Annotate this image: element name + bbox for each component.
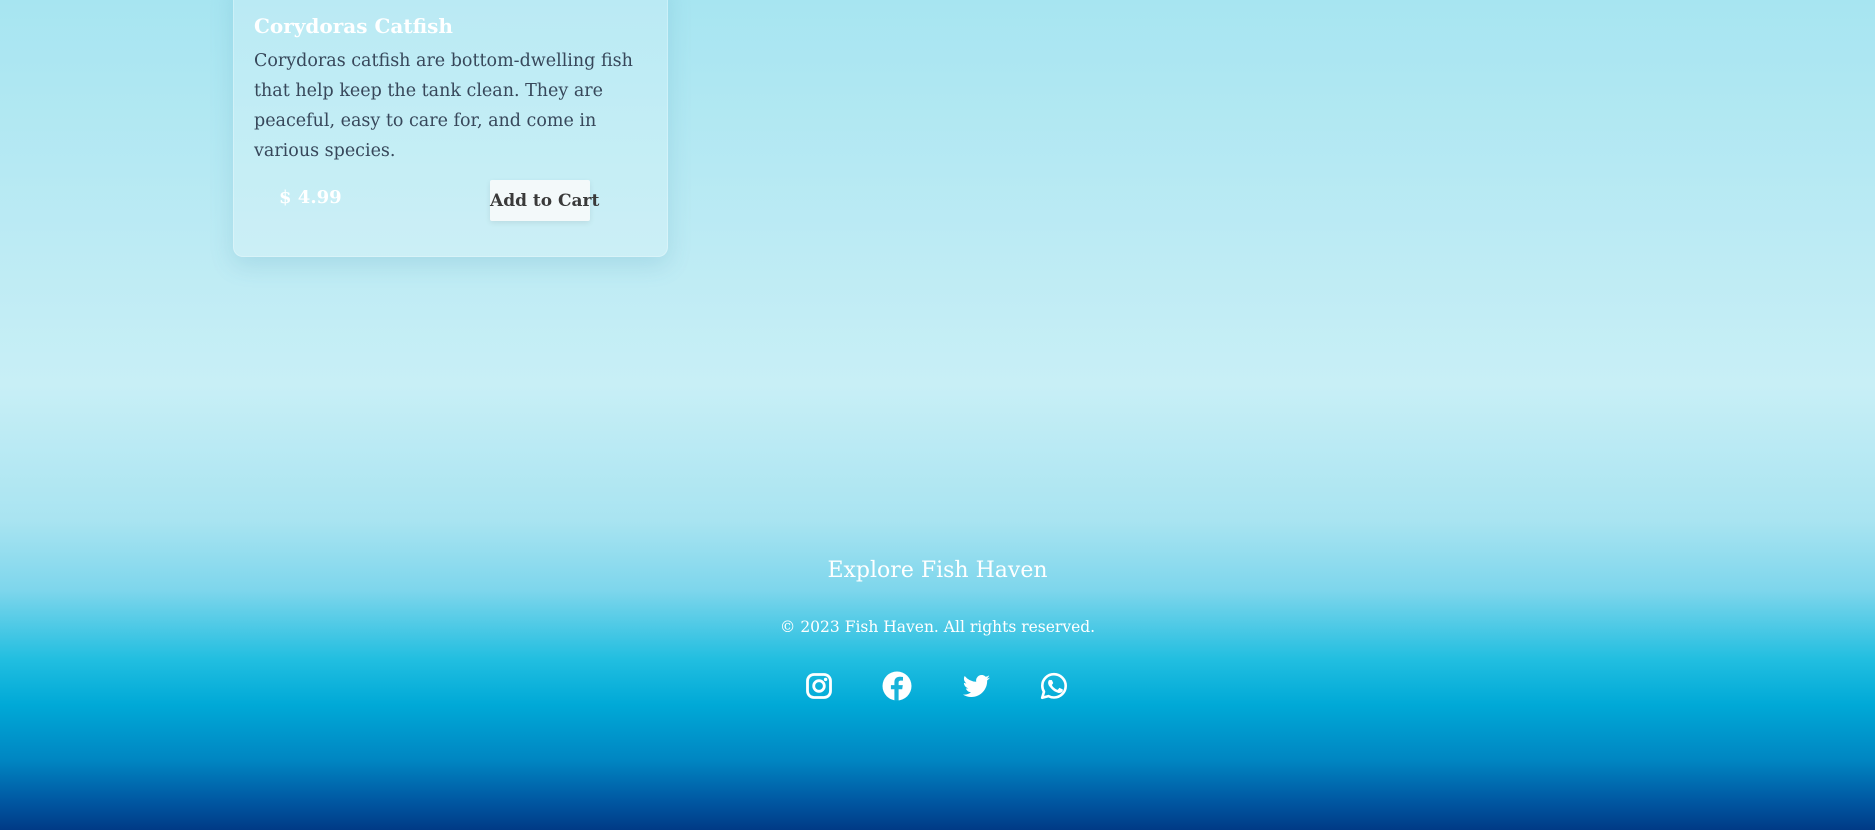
facebook-icon <box>881 670 913 702</box>
twitter-link[interactable] <box>960 670 992 702</box>
footer-title-link[interactable]: Explore Fish Haven <box>0 558 1875 583</box>
copyright-text: © 2023 Fish Haven. All rights reserved. <box>779 618 1096 636</box>
instagram-link[interactable] <box>803 670 835 702</box>
product-card: Corydoras Catfish Corydoras catfish are … <box>233 0 668 257</box>
product-description: Corydoras catfish are bottom-dwelling fi… <box>254 51 633 161</box>
product-name: Corydoras Catfish <box>254 14 453 38</box>
social-links <box>0 670 1875 706</box>
product-price: $ 4.99 <box>279 187 342 208</box>
twitter-icon <box>960 670 992 702</box>
add-to-cart-button[interactable]: Add to Cart <box>490 180 599 221</box>
instagram-icon <box>803 670 835 702</box>
whatsapp-link[interactable] <box>1038 670 1070 702</box>
facebook-link[interactable] <box>881 670 913 702</box>
whatsapp-icon <box>1038 670 1070 702</box>
